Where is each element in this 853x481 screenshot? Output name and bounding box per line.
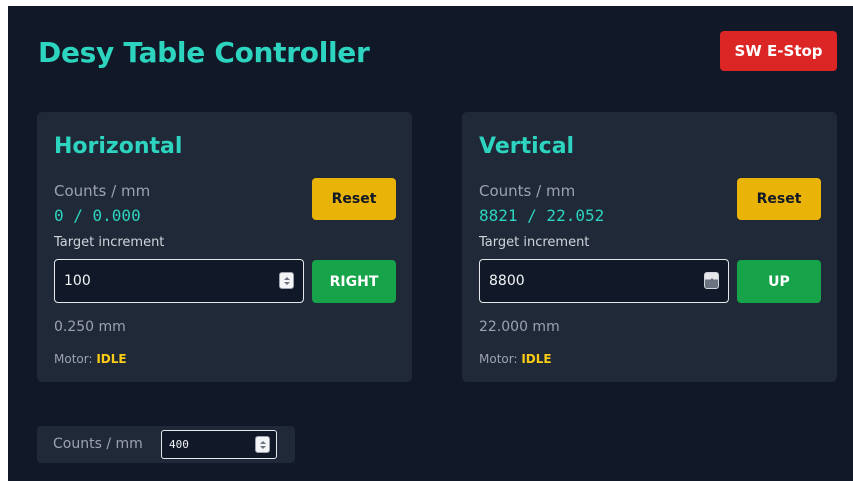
chevron-down-icon xyxy=(283,281,290,285)
increment-mm-value: 0.250 mm xyxy=(54,319,126,335)
move-right-button[interactable]: RIGHT xyxy=(312,260,396,303)
motor-status: Motor: IDLE xyxy=(54,352,127,366)
motor-label: Motor: xyxy=(54,352,93,366)
horizontal-panel: Horizontal Counts / mm 0 / 0.000 Target … xyxy=(37,112,412,382)
chevron-up-icon xyxy=(283,276,290,280)
page-title: Desy Table Controller xyxy=(38,36,370,69)
counts-value: 0 / 0.000 xyxy=(54,206,141,225)
motor-state: IDLE xyxy=(521,352,552,366)
spinner-icon[interactable] xyxy=(279,272,294,289)
motor-state: IDLE xyxy=(96,352,127,366)
increment-input-vertical[interactable]: 8800 xyxy=(479,259,729,303)
target-increment-label: Target increment xyxy=(54,235,165,250)
panel-title-horizontal: Horizontal xyxy=(54,134,183,159)
spinner-icon[interactable] xyxy=(255,436,270,453)
counts-per-mm-value: 400 xyxy=(169,438,189,451)
counts-per-mm-setting: Counts / mm 400 xyxy=(37,426,295,463)
chevron-up-icon xyxy=(708,278,715,281)
sw-estop-button[interactable]: SW E-Stop xyxy=(720,31,837,71)
counts-label: Counts / mm xyxy=(54,182,151,200)
spinner-icon[interactable] xyxy=(704,272,719,289)
app-window: Desy Table Controller SW E-Stop Horizont… xyxy=(8,6,853,481)
chevron-down-icon xyxy=(259,445,266,449)
reset-button-horizontal[interactable]: Reset xyxy=(312,178,396,220)
counts-label: Counts / mm xyxy=(479,182,576,200)
increment-value: 8800 xyxy=(489,273,525,289)
counts-per-mm-input[interactable]: 400 xyxy=(161,430,277,459)
target-increment-label: Target increment xyxy=(479,235,590,250)
counts-value: 8821 / 22.052 xyxy=(479,206,605,225)
motor-label: Motor: xyxy=(479,352,518,366)
counts-per-mm-label: Counts / mm xyxy=(53,436,143,452)
increment-input-horizontal[interactable]: 100 xyxy=(54,259,304,303)
panel-title-vertical: Vertical xyxy=(479,134,575,159)
chevron-up-icon xyxy=(259,440,266,444)
increment-mm-value: 22.000 mm xyxy=(479,319,560,335)
vertical-panel: Vertical Counts / mm 8821 / 22.052 Targe… xyxy=(462,112,837,382)
reset-button-vertical[interactable]: Reset xyxy=(737,178,821,220)
motor-status: Motor: IDLE xyxy=(479,352,552,366)
move-up-button[interactable]: UP xyxy=(737,260,821,303)
increment-value: 100 xyxy=(64,273,91,289)
